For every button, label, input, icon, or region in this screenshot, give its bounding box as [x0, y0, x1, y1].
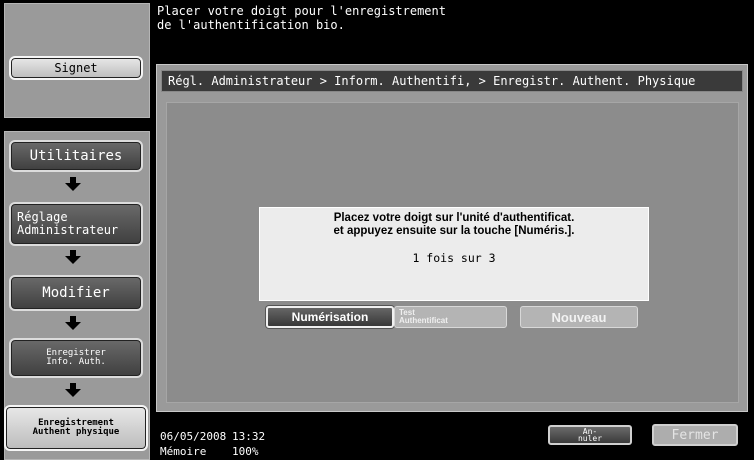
scan-count: 1 fois sur 3	[412, 251, 496, 265]
arrow-down-icon	[65, 250, 81, 264]
flow-step-modifier[interactable]: Modifier	[9, 275, 143, 311]
test-authentificat-button[interactable]: Test Authentificat	[394, 306, 507, 328]
footer-time: 13:32	[232, 430, 266, 443]
instruction-dialog: Placez votre doigt sur l'unité d'authent…	[259, 207, 649, 301]
memory-label: Mémoire	[160, 445, 207, 458]
flow-step-utilitaires[interactable]: Utilitaires	[9, 140, 143, 172]
dialog-line-1: Placez votre doigt sur l'unité d'authent…	[333, 212, 575, 224]
flow-step-enregistrer-info-auth[interactable]: Enregistrer Info. Auth.	[9, 338, 143, 378]
footer-date: 06/05/2008	[160, 430, 227, 443]
main-frame: Régl. Administrateur > Inform. Authentif…	[156, 64, 748, 412]
nouveau-button[interactable]: Nouveau	[520, 306, 638, 328]
flow-step-enregistrement-authent-physique[interactable]: Enregistrement Authent physique	[4, 405, 148, 451]
arrow-down-icon	[65, 316, 81, 330]
breadcrumb: Régl. Administrateur > Inform. Authentif…	[161, 70, 743, 92]
fermer-button[interactable]: Fermer	[652, 424, 738, 446]
dialog-line-2: et appuyez ensuite sur la touche [Numéri…	[333, 225, 575, 237]
signet-button[interactable]: Signet	[9, 56, 143, 80]
numerisation-button[interactable]: Numérisation	[266, 306, 394, 328]
memory-value: 100%	[232, 445, 259, 458]
annuler-button[interactable]: An- nuler	[548, 425, 632, 445]
content-area: Placez votre doigt sur l'unité d'authent…	[166, 102, 739, 403]
arrow-down-icon	[65, 383, 81, 397]
instruction-message: Placer votre doigt pour l'enregistrement…	[157, 4, 446, 32]
arrow-down-icon	[65, 177, 81, 191]
left-panel: Signet Utilitaires Réglage Administrateu…	[0, 0, 152, 460]
flow-step-reglage-administrateur[interactable]: Réglage Administrateur	[9, 202, 143, 246]
